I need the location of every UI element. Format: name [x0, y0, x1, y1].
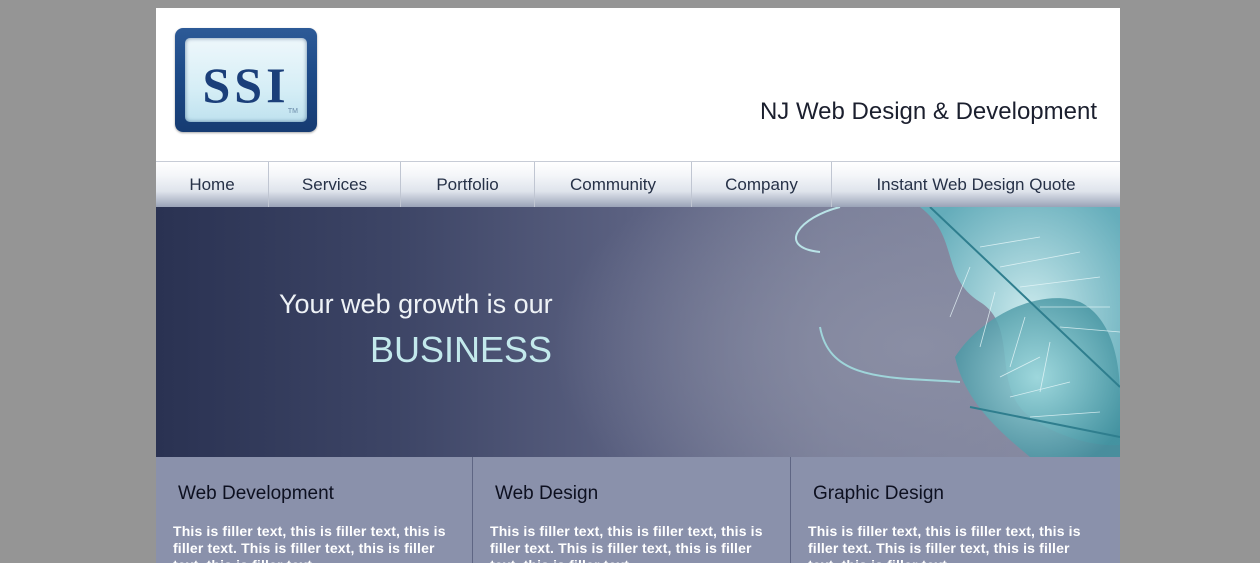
hero-banner: Your web growth is our BUSINESS [156, 207, 1120, 457]
nav-item-instant-quote[interactable]: Instant Web Design Quote [832, 162, 1120, 207]
banner-emphasis: BUSINESS [370, 329, 553, 370]
page-container: SSI TM NJ Web Design & Development Home … [156, 8, 1120, 563]
column-title: Web Design [495, 483, 599, 504]
column-body: This is filler text, this is filler text… [808, 523, 1081, 563]
banner-headline: Your web growth is our [279, 289, 553, 319]
nav-item-services[interactable]: Services [269, 162, 401, 207]
nav-item-home[interactable]: Home [156, 162, 269, 207]
nav-item-company[interactable]: Company [692, 162, 832, 207]
nav-item-community[interactable]: Community [535, 162, 692, 207]
logo-inner-panel: SSI TM [185, 38, 307, 122]
logo-trademark: TM [287, 108, 298, 115]
column-web-design: Web Design This is filler text, this is … [473, 457, 791, 563]
ssi-logo[interactable]: SSI TM [175, 28, 317, 132]
column-body: This is filler text, this is filler text… [490, 523, 763, 563]
main-nav: Home Services Portfolio Community Compan… [156, 161, 1120, 207]
logo-text: SSI [202, 57, 290, 113]
column-title: Web Development [178, 483, 334, 504]
column-title: Graphic Design [813, 483, 944, 504]
services-columns: Web Development This is filler text, thi… [156, 457, 1120, 563]
column-body: This is filler text, this is filler text… [173, 523, 446, 563]
column-graphic-design: Graphic Design This is filler text, this… [791, 457, 1120, 563]
nav-item-portfolio[interactable]: Portfolio [401, 162, 535, 207]
site-tagline: NJ Web Design & Development [759, 98, 1097, 125]
leaf-illustration [795, 207, 1120, 457]
column-web-development: Web Development This is filler text, thi… [156, 457, 473, 563]
site-header: SSI TM NJ Web Design & Development [156, 8, 1120, 161]
